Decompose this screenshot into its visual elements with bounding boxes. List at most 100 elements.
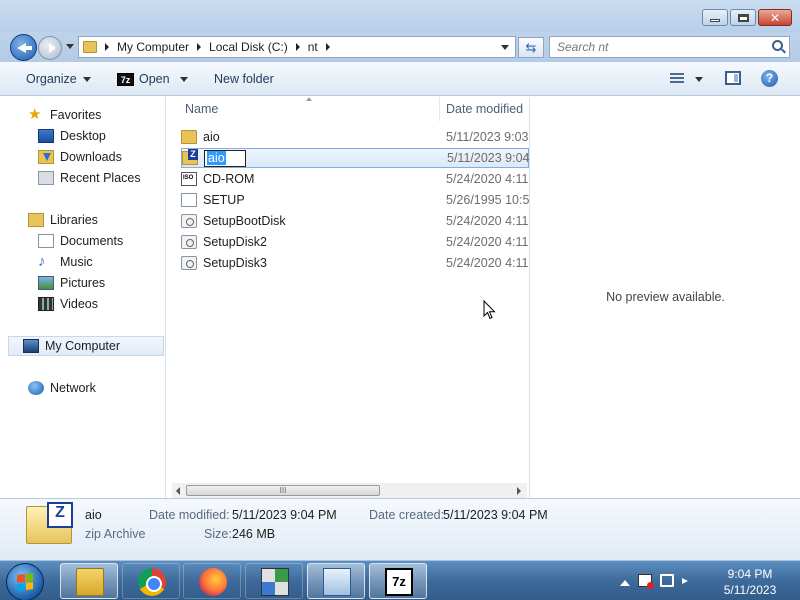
- file-row[interactable]: SETUP 5/26/1995 10:57 AM: [181, 190, 530, 210]
- window-controls: ✕: [702, 9, 792, 26]
- views-icon[interactable]: [670, 73, 684, 85]
- windows-logo-icon: [17, 573, 33, 591]
- column-divider[interactable]: [439, 97, 440, 121]
- recent-places-icon: [38, 171, 54, 185]
- open-button[interactable]: 7z Open: [117, 72, 188, 86]
- preview-pane-icon[interactable]: [725, 71, 741, 85]
- recent-pages-dropdown[interactable]: [66, 44, 74, 49]
- nav-pictures[interactable]: Pictures: [38, 273, 105, 293]
- volume-icon[interactable]: [682, 577, 692, 584]
- file-date: 5/24/2020 4:11 PM: [446, 256, 530, 270]
- preview-pane: No preview available.: [531, 97, 800, 498]
- nav-label: My Computer: [45, 339, 121, 353]
- nav-videos[interactable]: Videos: [38, 294, 98, 314]
- nav-my-computer[interactable]: My Computer: [8, 336, 164, 356]
- search-input[interactable]: Search nt: [549, 36, 790, 58]
- scroll-right-icon[interactable]: [517, 487, 521, 495]
- breadcrumb-separator-icon[interactable]: [325, 43, 330, 51]
- views-dropdown-icon[interactable]: [695, 77, 703, 82]
- file-date: 5/11/2023 9:04 PM: [447, 151, 531, 165]
- nav-label: Pictures: [60, 276, 106, 290]
- address-history-dropdown[interactable]: [501, 45, 509, 50]
- file-name: SetupDisk3: [203, 256, 267, 270]
- breadcrumb-separator-icon[interactable]: [295, 43, 300, 51]
- nav-libraries[interactable]: Libraries: [28, 210, 98, 230]
- file-row[interactable]: aio 5/11/2023 9:03 PM: [181, 127, 530, 147]
- action-center-icon[interactable]: [638, 574, 654, 589]
- file-row[interactable]: CD-ROM 5/24/2020 4:11 PM: [181, 169, 530, 189]
- computer-icon: [23, 339, 39, 353]
- scrollbar-thumb[interactable]: III: [186, 485, 380, 496]
- nav-recent-places[interactable]: Recent Places: [38, 168, 141, 188]
- nav-label: Recent Places: [60, 171, 141, 185]
- nav-label: Documents: [60, 234, 124, 248]
- close-button[interactable]: ✕: [758, 9, 792, 26]
- file-row[interactable]: SetupBootDisk 5/24/2020 4:11 PM: [181, 211, 530, 231]
- file-row[interactable]: SetupDisk2 5/24/2020 4:11 PM: [181, 232, 530, 252]
- breadcrumb-separator-icon[interactable]: [197, 43, 202, 51]
- breadcrumb-separator-icon[interactable]: [105, 43, 109, 51]
- breadcrumb-my-computer[interactable]: My Computer: [117, 40, 189, 54]
- nav-favorites[interactable]: ★ Favorites: [28, 105, 101, 125]
- taskbar-control-panel[interactable]: [307, 563, 365, 599]
- nav-desktop[interactable]: Desktop: [38, 126, 106, 146]
- minimize-button[interactable]: [702, 9, 728, 26]
- taskbar-installer[interactable]: [245, 563, 303, 599]
- music-icon: ♪: [38, 253, 46, 270]
- file-list: Name Date modified aio 5/11/2023 9:03 PM…: [167, 97, 531, 498]
- clock-date: 5/11/2023: [723, 583, 777, 597]
- nav-downloads[interactable]: Downloads: [38, 147, 122, 167]
- file-row[interactable]: SetupDisk3 5/24/2020 4:11 PM: [181, 253, 530, 273]
- executable-icon: [181, 214, 197, 228]
- mouse-cursor-icon: [483, 300, 496, 320]
- nav-label: Videos: [60, 297, 98, 311]
- sort-ascending-icon: [306, 97, 312, 101]
- clock[interactable]: 9:04 PM 5/11/2023: [712, 566, 788, 598]
- refresh-button[interactable]: ⇆: [518, 37, 544, 58]
- breadcrumb-nt[interactable]: nt: [308, 40, 318, 54]
- organize-button[interactable]: Organize: [26, 72, 91, 86]
- address-field[interactable]: My Computer Local Disk (C:) nt: [78, 36, 516, 58]
- network-status-icon[interactable]: [660, 574, 674, 587]
- taskbar-7zip[interactable]: 7z: [369, 563, 427, 599]
- file-date: 5/24/2020 4:11 PM: [446, 172, 530, 186]
- taskbar-chrome[interactable]: [122, 563, 180, 599]
- file-date: 5/26/1995 10:57 AM: [446, 193, 530, 207]
- scroll-left-icon[interactable]: [176, 487, 180, 495]
- nav-label: Downloads: [60, 150, 122, 164]
- folder-icon: [83, 41, 97, 53]
- nav-label: Network: [50, 381, 96, 395]
- nav-documents[interactable]: Documents: [38, 231, 123, 251]
- text-file-icon: [181, 193, 197, 207]
- nav-label: Favorites: [50, 108, 102, 122]
- minimize-icon: [710, 19, 720, 22]
- file-name: CD-ROM: [203, 172, 255, 186]
- search-icon[interactable]: [772, 40, 783, 51]
- date-created-label: Date created:: [369, 508, 445, 522]
- videos-icon: [38, 297, 54, 311]
- nav-label: Libraries: [50, 213, 98, 227]
- taskbar-firefox[interactable]: [183, 563, 241, 599]
- breadcrumb-local-disk[interactable]: Local Disk (C:): [209, 40, 288, 54]
- network-icon: [28, 381, 44, 395]
- file-row-selected[interactable]: aio 5/11/2023 9:04 PM: [181, 148, 531, 168]
- nav-network[interactable]: Network: [28, 378, 96, 398]
- help-icon[interactable]: ?: [761, 70, 778, 87]
- rename-input[interactable]: aio: [204, 149, 246, 167]
- rename-text: aio: [207, 150, 226, 165]
- horizontal-scrollbar[interactable]: III: [172, 483, 527, 498]
- maximize-button[interactable]: [730, 9, 756, 26]
- maximize-icon: [737, 13, 749, 22]
- star-icon: ★: [28, 106, 42, 123]
- taskbar-explorer[interactable]: [60, 563, 118, 599]
- forward-button[interactable]: [38, 36, 62, 60]
- column-header-name[interactable]: Name: [185, 97, 218, 121]
- nav-music[interactable]: ♪ Music: [38, 252, 93, 272]
- start-button[interactable]: [6, 563, 44, 600]
- zip-archive-icon: [182, 149, 198, 165]
- back-button[interactable]: [10, 34, 37, 61]
- show-hidden-icons-icon[interactable]: [620, 579, 630, 586]
- column-header-date-modified[interactable]: Date modified: [446, 97, 523, 121]
- file-date: 5/11/2023 9:03 PM: [446, 130, 530, 144]
- new-folder-button[interactable]: New folder: [214, 72, 274, 86]
